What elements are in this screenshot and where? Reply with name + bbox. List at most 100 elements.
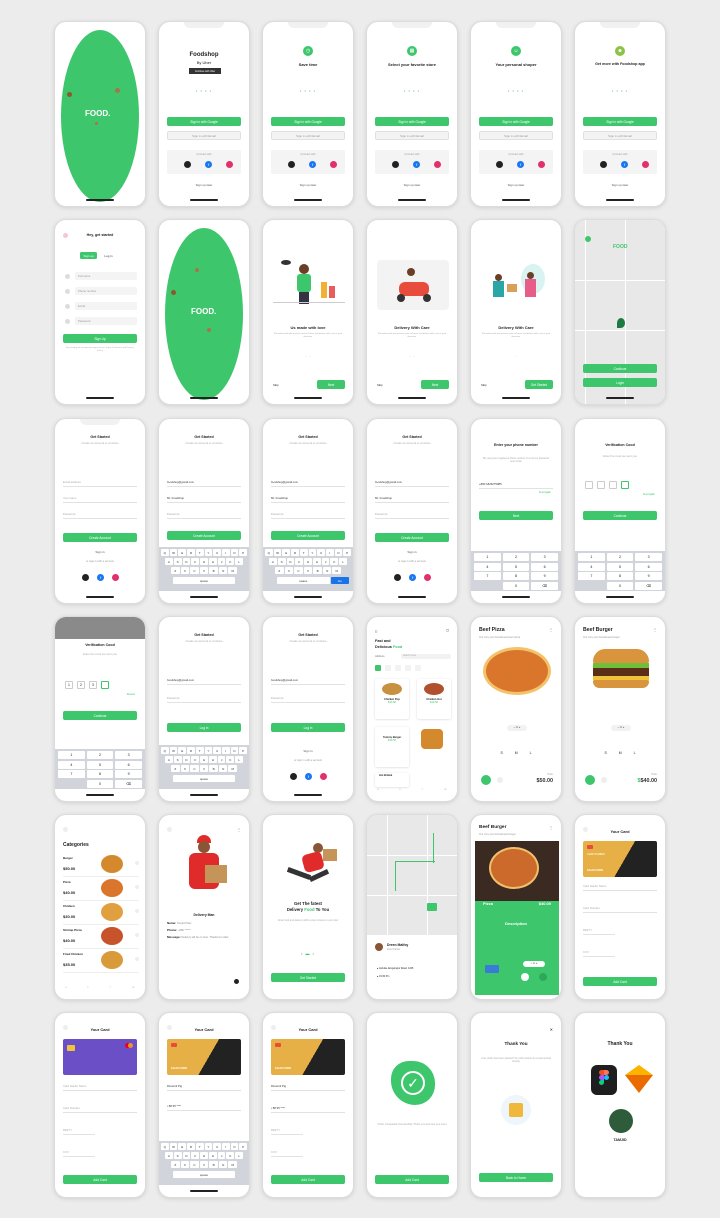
- size-l[interactable]: L: [634, 751, 636, 755]
- instagram-icon[interactable]: [434, 161, 441, 168]
- facebook-icon[interactable]: f: [205, 161, 212, 168]
- numpad-key[interactable]: 1: [474, 553, 501, 561]
- key-o[interactable]: O: [230, 747, 239, 754]
- facebook-icon[interactable]: f: [305, 773, 312, 780]
- code-digit[interactable]: 2: [77, 681, 85, 689]
- key-t[interactable]: T: [195, 747, 204, 754]
- email-field[interactable]: foodshop@gmail.com: [167, 479, 241, 487]
- location-label[interactable]: Address: [375, 655, 385, 658]
- numpad-key[interactable]: 1: [578, 553, 605, 561]
- key-c[interactable]: C: [294, 567, 303, 574]
- email-field[interactable]: foodshop@gmail.com: [271, 677, 345, 685]
- numpad-key[interactable]: 9: [115, 770, 143, 778]
- sign-in-link[interactable]: Sign in: [55, 550, 145, 554]
- sign-in-link[interactable]: Sign in: [367, 550, 457, 554]
- password-field[interactable]: Password: [63, 511, 137, 519]
- numpad-key[interactable]: 7: [58, 770, 85, 778]
- numpad-key[interactable]: 7: [474, 572, 501, 580]
- more-icon[interactable]: ⋮: [549, 627, 553, 632]
- google-signin-button[interactable]: Sign in with Google: [375, 117, 449, 126]
- numpad-key[interactable]: 2: [86, 751, 114, 759]
- resend-link[interactable]: Resend: [127, 693, 135, 696]
- key-g[interactable]: G: [304, 558, 312, 565]
- key-i[interactable]: I: [221, 549, 230, 556]
- food-card[interactable]: Chicken Hot $10.50: [417, 679, 451, 719]
- key-m[interactable]: M: [228, 765, 238, 772]
- key-j[interactable]: J: [217, 1152, 226, 1159]
- key-p[interactable]: P: [239, 747, 248, 754]
- key-h[interactable]: H: [312, 558, 321, 565]
- key-r[interactable]: R: [291, 549, 299, 556]
- get-started-button[interactable]: Get Started: [271, 973, 345, 982]
- name-field[interactable]: Your name: [63, 495, 137, 503]
- key-p[interactable]: P: [239, 549, 248, 556]
- password-field[interactable]: Password: [271, 695, 345, 703]
- signup-later-link[interactable]: Sign up later: [367, 183, 457, 187]
- numpad-key[interactable]: 0: [606, 581, 634, 590]
- heart-icon[interactable]: [497, 777, 503, 783]
- key-j[interactable]: J: [217, 558, 226, 565]
- numpad-key[interactable]: 0: [86, 779, 114, 788]
- numpad-key[interactable]: 6: [531, 562, 559, 571]
- key-q[interactable]: Q: [161, 1143, 169, 1150]
- category-row[interactable]: Pizza $40.00: [63, 877, 139, 901]
- space-key[interactable]: space: [173, 775, 235, 782]
- home-nav-icon[interactable]: ⌂: [377, 787, 379, 795]
- send-again-link[interactable]: Send again: [539, 491, 551, 494]
- uber-badge[interactable]: Continue with Uber: [189, 68, 221, 74]
- cvv-field[interactable]: CVV: [63, 1149, 95, 1157]
- key-k[interactable]: K: [226, 1152, 235, 1159]
- sign-in-link[interactable]: Sign in: [263, 749, 353, 753]
- key-f[interactable]: F: [191, 1152, 200, 1159]
- key-l[interactable]: L: [235, 1152, 244, 1159]
- numpad-key[interactable]: 0: [502, 581, 530, 590]
- key-z[interactable]: Z: [171, 765, 180, 772]
- cart-button[interactable]: [585, 775, 595, 785]
- size-m[interactable]: M: [515, 751, 518, 755]
- profile-nav-icon[interactable]: ☺: [132, 985, 135, 993]
- chip-burger[interactable]: [385, 665, 391, 671]
- chip-drinks[interactable]: [415, 665, 421, 671]
- name-field[interactable]: Mr. Foodshop: [375, 495, 449, 503]
- key-b[interactable]: B: [209, 1161, 218, 1168]
- key-w[interactable]: W: [169, 1143, 178, 1150]
- key-f[interactable]: F: [295, 558, 304, 565]
- chip-pizza[interactable]: [395, 665, 401, 671]
- numpad-key[interactable]: 3: [635, 553, 663, 561]
- key-i[interactable]: I: [221, 747, 230, 754]
- category-row[interactable]: Shrimp Pizza $40.00: [63, 925, 139, 949]
- instagram-icon[interactable]: [424, 574, 431, 581]
- email-signin-button[interactable]: Sign in with Email: [167, 131, 241, 140]
- card-number-field[interactable]: • 88 55 ****: [167, 1103, 241, 1111]
- key-v[interactable]: V: [303, 567, 313, 574]
- key-e[interactable]: E: [282, 549, 291, 556]
- signup-later-link[interactable]: Sign up later: [159, 183, 249, 187]
- key-z[interactable]: Z: [275, 567, 284, 574]
- key-u[interactable]: U: [213, 1143, 221, 1150]
- create-account-button[interactable]: Create Account: [63, 533, 137, 542]
- numpad-key[interactable]: 7: [578, 572, 605, 580]
- facebook-icon[interactable]: f: [409, 574, 416, 581]
- login-button[interactable]: Login: [583, 378, 657, 387]
- chevron-right-icon[interactable]: [135, 861, 139, 865]
- quantity-stepper[interactable]: – 1 +: [523, 961, 545, 967]
- key-z[interactable]: Z: [171, 1161, 180, 1168]
- category-row[interactable]: Burger $50.00: [63, 853, 139, 877]
- numpad-key[interactable]: 5: [606, 562, 634, 571]
- key-x[interactable]: X: [284, 567, 294, 574]
- cart-button[interactable]: [539, 973, 547, 981]
- numpad-key[interactable]: 5: [86, 760, 114, 769]
- close-icon[interactable]: ✕: [550, 1027, 553, 1032]
- add-card-button[interactable]: Add Card: [375, 1175, 449, 1184]
- name-field[interactable]: Mr. Foodshop: [167, 495, 241, 503]
- favorite-nav-icon[interactable]: ♡: [421, 787, 424, 795]
- menu-icon[interactable]: ⁝⁝: [375, 629, 378, 634]
- email-field[interactable]: Email: [75, 302, 137, 310]
- apple-icon[interactable]: [288, 161, 295, 168]
- credit-card[interactable]: SALIK FORR: [167, 1039, 241, 1075]
- search-nav-icon[interactable]: ⌕: [87, 985, 89, 993]
- key-g[interactable]: G: [200, 1152, 208, 1159]
- code-digit[interactable]: [101, 681, 109, 689]
- create-account-button[interactable]: Create Account: [271, 531, 345, 540]
- expiry-field[interactable]: MM/YY: [271, 1127, 303, 1135]
